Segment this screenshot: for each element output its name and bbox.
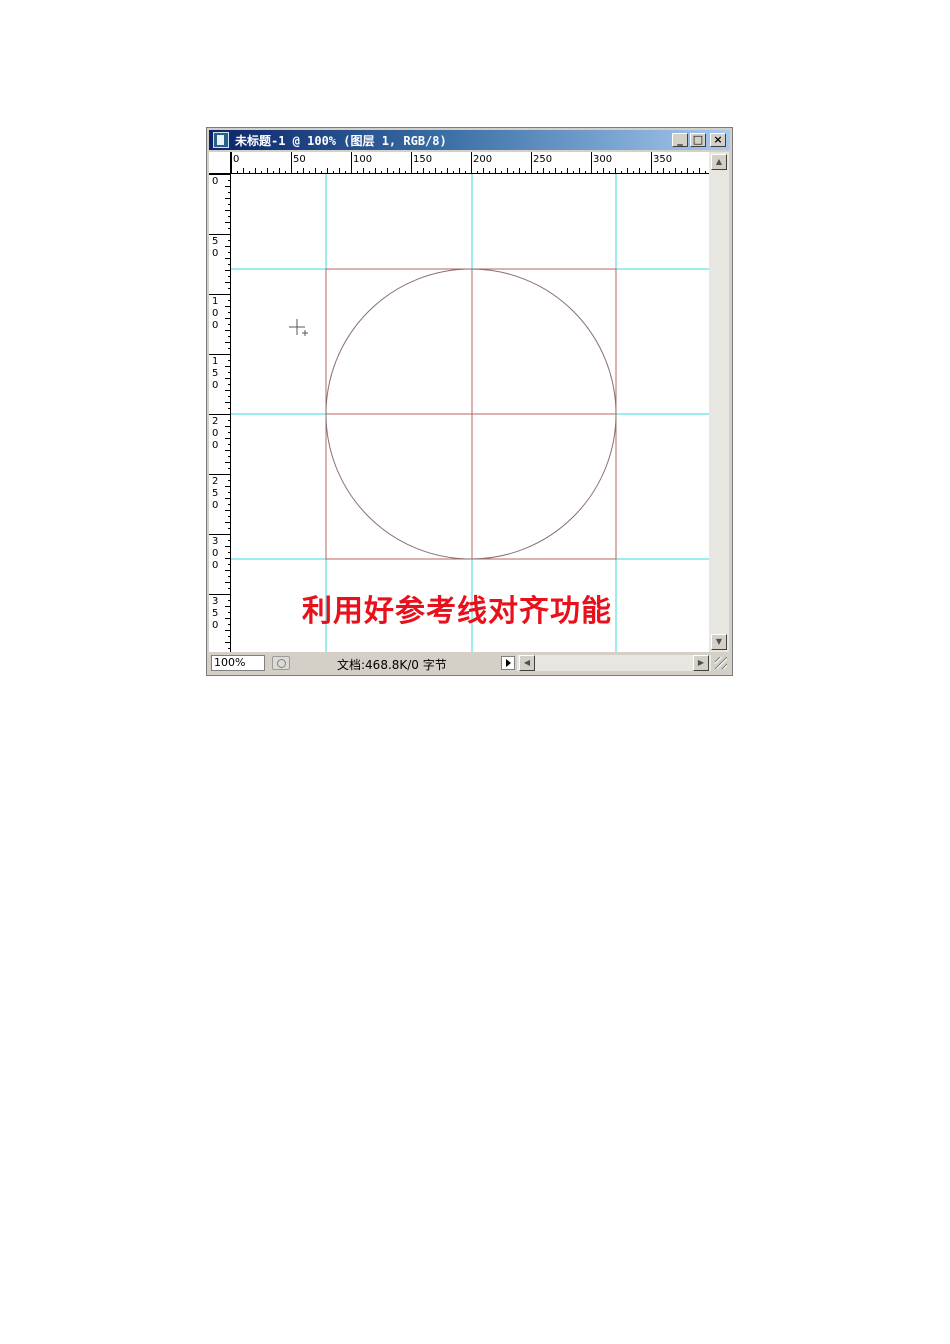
ruler-label: 100: [353, 154, 372, 165]
ruler-label: 5: [212, 488, 218, 499]
ruler-label: 2: [212, 476, 218, 487]
close-button[interactable]: ×: [710, 133, 726, 147]
ruler-label: 0: [212, 248, 218, 259]
ruler-label: 0: [212, 176, 218, 187]
minimize-button[interactable]: _: [672, 133, 688, 147]
horizontal-ruler[interactable]: 0 50 100 150 200 250 300 350: [231, 152, 709, 174]
ruler-label: 300: [593, 154, 612, 165]
title-bar[interactable]: 未标题-1 @ 100% (图层 1, RGB/8) _ □ ×: [209, 130, 730, 150]
ruler-label: 5: [212, 608, 218, 619]
ruler-label: 0: [212, 440, 218, 451]
scroll-left-icon[interactable]: ◀: [519, 655, 535, 671]
canvas-drawing: [231, 174, 709, 652]
ruler-label: 5: [212, 368, 218, 379]
ruler-label: 5: [212, 236, 218, 247]
zoom-field[interactable]: 100%: [211, 655, 265, 671]
window-title: 未标题-1 @ 100% (图层 1, RGB/8): [235, 134, 447, 148]
maximize-button[interactable]: □: [690, 133, 706, 147]
ruler-label: 2: [212, 416, 218, 427]
resize-grip-icon[interactable]: [715, 657, 727, 669]
scroll-right-icon[interactable]: ▶: [693, 655, 709, 671]
ruler-label: 3: [212, 596, 218, 607]
vertical-ruler-ticks: 050100150200250300350: [209, 174, 231, 649]
ruler-label: 0: [212, 620, 218, 631]
scroll-down-icon[interactable]: ▼: [711, 634, 727, 650]
scroll-up-icon[interactable]: ▲: [711, 154, 727, 170]
ruler-label: 3: [212, 536, 218, 547]
ruler-label: 350: [653, 154, 672, 165]
ruler-label: 0: [212, 548, 218, 559]
photoshop-document-icon[interactable]: [213, 132, 229, 148]
ruler-label: 0: [212, 308, 218, 319]
ruler-label: 250: [533, 154, 552, 165]
canvas-area[interactable]: [231, 174, 709, 652]
ruler-label: 50: [293, 154, 306, 165]
crosshair-icon: [289, 319, 308, 336]
ruler-label: 0: [212, 560, 218, 571]
ruler-label: 1: [212, 296, 218, 307]
play-arrow-icon[interactable]: [501, 656, 515, 670]
status-bar: 100% 文档:468.8K/0 字节 ◀ ▶: [209, 653, 730, 673]
ruler-label: 0: [212, 380, 218, 391]
horizontal-scrollbar[interactable]: ◀ ▶: [517, 655, 711, 671]
vertical-ruler[interactable]: 050100150200250300350: [209, 174, 231, 652]
ruler-label: 1: [212, 356, 218, 367]
horizontal-ruler-ticks: 0 50 100 150 200 250 300 350: [231, 152, 706, 174]
canvas-caption: 利用好参考线对齐功能: [302, 594, 612, 629]
ruler-label: 150: [413, 154, 432, 165]
ruler-label: 0: [212, 500, 218, 511]
ruler-label: 0: [212, 320, 218, 331]
navigator-icon[interactable]: [272, 656, 290, 670]
ruler-label: 0: [233, 154, 239, 165]
ruler-label: 200: [473, 154, 492, 165]
vertical-scrollbar[interactable]: ▲ ▼: [709, 152, 729, 652]
document-info: 文档:468.8K/0 字节: [337, 658, 447, 672]
ruler-label: 0: [212, 428, 218, 439]
ruler-origin[interactable]: [209, 152, 231, 174]
